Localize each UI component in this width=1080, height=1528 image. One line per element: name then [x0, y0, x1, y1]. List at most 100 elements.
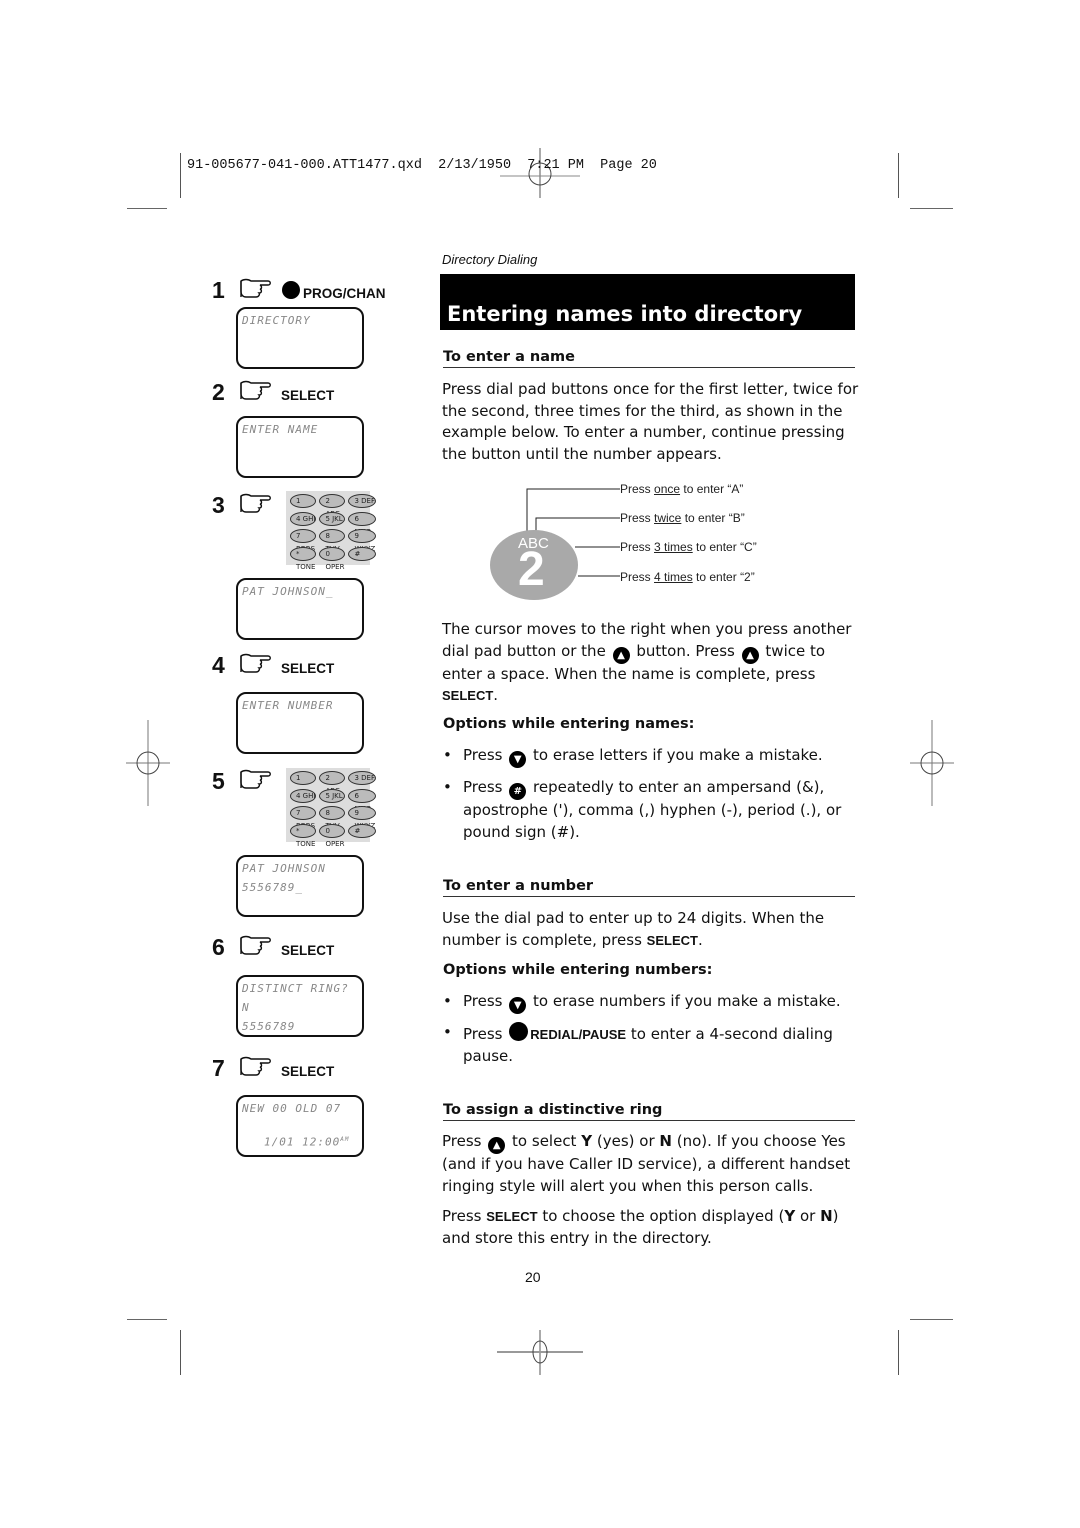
- distinctive-ring-p1: Press ▲ to select Y (yes) or N (no). If …: [442, 1131, 860, 1197]
- no-option: N: [820, 1207, 833, 1225]
- text: Press: [620, 511, 655, 525]
- enter-name-body: Press dial pad buttons once for the firs…: [442, 380, 859, 464]
- dial-pad-key: 9 WXYZ: [348, 806, 377, 830]
- lcd-line-1: PAT JOHNSON_: [242, 585, 334, 598]
- dial-pad-key: #: [348, 546, 377, 561]
- step-number: 3: [212, 491, 225, 518]
- text: to enter “A”: [680, 482, 744, 496]
- round-button-icon: [282, 281, 300, 299]
- text: to choose the option displayed (: [542, 1207, 785, 1225]
- lcd-display: ENTER NAME: [236, 416, 364, 478]
- abc-2-key-icon: ABC 2: [490, 530, 578, 600]
- text: Press: [463, 746, 503, 764]
- step-number: 6: [212, 933, 225, 960]
- heading-options-numbers: Options while entering numbers:: [443, 962, 713, 978]
- press-count: twice: [654, 511, 682, 525]
- step-number: 5: [212, 767, 225, 794]
- heading-enter-name: To enter a name: [443, 349, 855, 368]
- lcd-display: DIRECTORY: [236, 307, 364, 369]
- section-tag: Directory Dialing: [442, 252, 538, 267]
- key-label: SELECT: [281, 942, 335, 958]
- no-option: N: [659, 1132, 672, 1150]
- select-key-label: SELECT: [442, 688, 494, 704]
- key-label: SELECT: [281, 387, 335, 403]
- callout-label: Press 4 times to enter “2”: [620, 570, 755, 584]
- page-number: 20: [525, 1269, 541, 1285]
- select-key-label: SELECT: [486, 1209, 538, 1224]
- text: Use the dial pad to enter up to 24 digit…: [442, 909, 825, 949]
- lcd-line-1: NEW 00 OLD 07: [242, 1102, 342, 1115]
- text: to erase numbers if you make a mistake.: [533, 992, 841, 1010]
- crop-mark: [910, 208, 953, 209]
- key-label: SELECT: [281, 660, 335, 676]
- round-button-icon: [509, 1022, 529, 1041]
- dial-pad-key: 0 OPER: [319, 546, 346, 571]
- lcd-display: PAT JOHNSON_: [236, 578, 364, 640]
- dial-pad-key: 8 TUV: [319, 806, 346, 830]
- dial-pad-key: 4 GHI: [290, 788, 317, 803]
- lcd-display: ENTER NUMBER: [236, 692, 364, 754]
- dial-pad-key: 6 MNO: [348, 788, 377, 813]
- step-4: 4 SELECT: [212, 651, 334, 679]
- text: Press: [463, 992, 503, 1010]
- pound-button-icon: #: [509, 783, 527, 800]
- text: Press: [620, 570, 655, 584]
- crop-mark: [898, 1330, 899, 1375]
- heading-distinctive-ring: To assign a distinctive ring: [443, 1102, 855, 1121]
- step-number: 7: [212, 1054, 225, 1081]
- dial-pad-key: 5 JKL: [319, 788, 346, 803]
- lcd-line-1: ENTER NUMBER: [242, 699, 334, 712]
- dial-pad-key: 3 DEF: [348, 494, 377, 508]
- text: to select: [512, 1132, 577, 1150]
- up-arrow-button-icon: ▲: [612, 646, 630, 664]
- lcd-line-1: PAT JOHNSON: [242, 862, 326, 875]
- step-3: 3: [212, 491, 278, 519]
- text: Press: [620, 482, 655, 496]
- step-number: 1: [212, 276, 225, 303]
- pointing-hand-icon: [234, 933, 278, 961]
- page-title: Entering names into directory: [447, 302, 803, 326]
- pointing-hand-icon: [234, 491, 278, 519]
- registration-mark-icon: [126, 720, 170, 806]
- dial-pad-key: 7 PQRS: [290, 806, 317, 830]
- text: to enter “C”: [692, 540, 757, 554]
- callout-label: Press once to enter “A”: [620, 482, 743, 496]
- callout-label: Press twice to enter “B”: [620, 511, 745, 525]
- pointing-hand-icon: [234, 1054, 278, 1082]
- press-count: 3 times: [654, 540, 693, 554]
- dial-pad-icon: 12 ABC3 DEF 4 GHI5 JKL6 MNO 7 PQRS8 TUV9 W…: [286, 768, 377, 848]
- dial-pad-key: 6 MNO: [348, 511, 377, 536]
- press-count: 4 times: [654, 570, 693, 584]
- step-7: 7 SELECT: [212, 1054, 334, 1082]
- crop-mark: [127, 1319, 167, 1320]
- text: Press: [463, 1025, 503, 1043]
- down-arrow-button-icon: ▼: [509, 751, 527, 768]
- dial-pad-key: 4 GHI: [290, 511, 317, 526]
- cursor-paragraph: The cursor moves to the right when you p…: [442, 620, 852, 705]
- crop-mark: [127, 208, 167, 209]
- heading-enter-number: To enter a number: [443, 878, 855, 897]
- lcd-line-1: ENTER NAME: [242, 423, 319, 436]
- text: Press: [463, 778, 503, 796]
- key-label: PROG/CHAN: [303, 285, 386, 301]
- down-arrow-button-icon: ▼: [509, 997, 527, 1014]
- text: (yes) or: [596, 1132, 655, 1150]
- crop-mark: [180, 1330, 181, 1375]
- lcd-date-time: 1/01 12:00: [264, 1135, 341, 1149]
- text: button. Press: [636, 641, 735, 660]
- dial-pad-key: 1: [290, 771, 317, 785]
- yes-option: Y: [784, 1207, 796, 1225]
- dial-pad-key: 1: [290, 494, 317, 508]
- pointing-hand-icon: [234, 276, 278, 304]
- dial-pad-key: #: [348, 823, 377, 838]
- dial-pad-key: 0 OPER: [319, 823, 346, 848]
- pointing-hand-icon: [234, 767, 278, 795]
- lcd-line-1: DIRECTORY: [242, 314, 311, 327]
- dial-pad-key: 7 PQRS: [290, 529, 317, 553]
- registration-mark-icon: [500, 148, 580, 198]
- dial-pad-key: 9 WXYZ: [348, 529, 377, 553]
- lcd-display: NEW 00 OLD 07 1/01 12:00AM: [236, 1095, 364, 1157]
- dial-pad-key: 2 ABC: [319, 494, 346, 518]
- step-number: 4: [212, 651, 225, 678]
- dial-pad-key: * TONE: [290, 546, 317, 571]
